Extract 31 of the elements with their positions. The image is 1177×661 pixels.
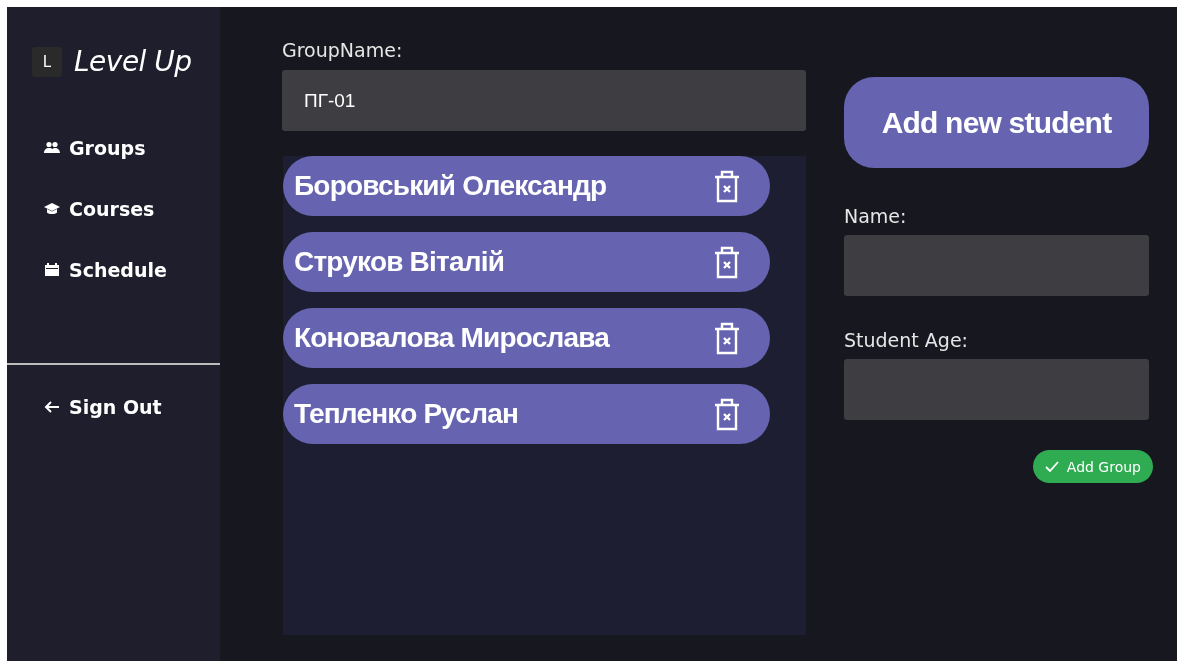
field-label: Name: — [844, 205, 908, 229]
delete-icon[interactable] — [712, 169, 742, 203]
nav-link[interactable]: Groups — [43, 136, 220, 160]
group-name-field[interactable]: ПГ-01 — [282, 70, 806, 131]
student-item[interactable]: Боровський Олександр — [283, 156, 770, 216]
student-name: Тепленко Руслан — [294, 398, 519, 430]
sign-out-link[interactable]: Sign Out — [43, 395, 220, 419]
app-title: Level Up — [74, 45, 192, 78]
arrow-left-icon — [43, 400, 61, 414]
delete-icon[interactable] — [712, 397, 742, 431]
delete-icon[interactable] — [712, 321, 742, 355]
add-student-button[interactable]: Add new student — [844, 77, 1149, 168]
nav-link[interactable]: Schedule — [43, 258, 220, 282]
add-group-button[interactable]: Add Group — [1032, 450, 1153, 483]
delete-icon[interactable] — [712, 245, 742, 279]
calendar-icon — [43, 263, 61, 277]
field-label: GroupName: — [282, 39, 404, 63]
student-item[interactable]: Коновалова Мирослава — [283, 308, 770, 368]
name-field[interactable] — [844, 235, 1149, 296]
student-name: Коновалова Мирослава — [294, 322, 610, 354]
student-item[interactable]: Тепленко Руслан — [283, 384, 770, 444]
check-icon — [1044, 461, 1059, 472]
student-name: Боровський Олександр — [294, 170, 607, 202]
student-name: Струков Віталій — [294, 246, 505, 278]
logo-badge: L — [32, 46, 62, 77]
student-item[interactable]: Струков Віталій — [283, 232, 770, 292]
age-field[interactable] — [844, 359, 1149, 420]
users-icon — [43, 141, 61, 155]
nav-link[interactable]: Courses — [43, 197, 220, 221]
graduation-cap-icon — [43, 202, 61, 216]
field-label: Student Age: — [844, 329, 969, 353]
